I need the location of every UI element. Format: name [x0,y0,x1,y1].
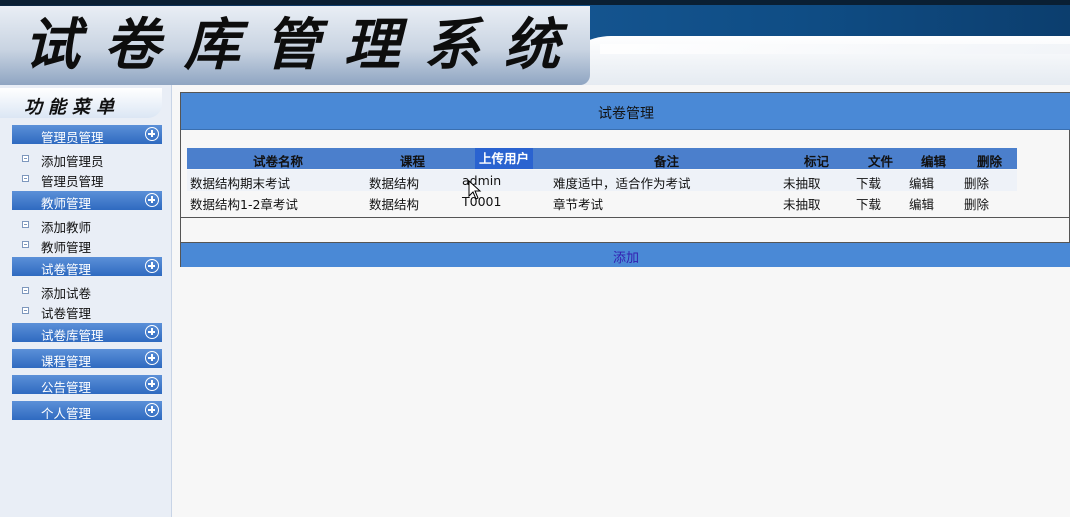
sidebar-group-notice[interactable]: 公告管理 [12,375,162,395]
delete-link[interactable]: 删除 [964,173,989,192]
header-swoosh-highlight [600,44,1070,54]
square-bullet-icon [22,155,29,162]
table-row: 数据结构1-2章考试 数据结构 T0001 章节考试 未抽取 下载 编辑 删除 [187,191,1017,212]
sidebar-group-label: 试卷管理 [41,262,92,277]
column-header-paper-name: 试卷名称 [253,154,304,169]
square-bullet-icon [22,241,29,248]
divider [181,217,1070,218]
plus-circle-icon[interactable] [145,193,159,207]
plus-circle-icon[interactable] [145,377,159,391]
plus-circle-icon[interactable] [145,351,159,365]
sidebar-item-label[interactable]: 管理员管理 [41,171,104,190]
download-link[interactable]: 下载 [856,173,881,192]
sidebar-group-teacher[interactable]: 教师管理 [12,191,162,211]
app-title: 试卷库管理系统 [24,12,584,78]
sidebar-group-paper-bank[interactable]: 试卷库管理 [12,323,162,343]
cell-mark: 未抽取 [783,197,821,212]
sidebar-group-label: 个人管理 [41,406,92,421]
sidebar-group-label: 管理员管理 [41,130,104,145]
table-row: 数据结构期末考试 数据结构 admin 难度适中，适合作为考试 未抽取 下载 编… [187,170,1017,191]
download-link[interactable]: 下载 [856,194,881,213]
add-bar: 添加 [181,242,1070,267]
column-header-remark: 备注 [654,154,680,169]
sidebar-item-label[interactable]: 添加试卷 [41,283,91,302]
column-header-file: 文件 [868,154,894,169]
cell-paper-name: 数据结构期末考试 [190,176,291,191]
sidebar-group-admin[interactable]: 管理员管理 [12,125,162,145]
column-header-uploader: 上传用户 [475,148,534,169]
cell-course: 数据结构 [369,197,420,212]
sidebar-group-paper[interactable]: 试卷管理 [12,257,162,277]
cell-remark: 难度适中，适合作为考试 [553,176,691,191]
menu-title: 功能菜单 [24,97,120,118]
square-bullet-icon [22,307,29,314]
sidebar-group-label: 教师管理 [41,196,92,211]
edit-link[interactable]: 编辑 [909,194,934,213]
plus-circle-icon[interactable] [145,325,159,339]
sidebar-item-label[interactable]: 试卷管理 [41,303,91,322]
page-title: 试卷管理 [598,106,654,122]
column-header-edit: 编辑 [921,154,947,169]
cell-course: 数据结构 [369,176,420,191]
sidebar-item-label[interactable]: 教师管理 [41,237,91,256]
sidebar-group-course[interactable]: 课程管理 [12,349,162,369]
sidebar-group-personal[interactable]: 个人管理 [12,401,162,421]
square-bullet-icon [22,175,29,182]
edit-link[interactable]: 编辑 [909,173,934,192]
sidebar-group-label: 公告管理 [41,380,92,395]
mouse-pointer-icon [468,180,482,200]
sidebar-group-label: 课程管理 [41,354,92,369]
cell-mark: 未抽取 [783,176,821,191]
column-header-mark: 标记 [804,154,830,169]
delete-link[interactable]: 删除 [964,194,989,213]
cell-paper-name: 数据结构1-2章考试 [190,197,298,212]
square-bullet-icon [22,287,29,294]
menu-title-bar: 功能菜单 [0,88,162,118]
add-link[interactable]: 添加 [181,247,1070,266]
square-bullet-icon [22,221,29,228]
table-header: 试卷名称 课程 上传用户 备注 标记 文件 编辑 删除 [187,148,1017,169]
sidebar-item-label[interactable]: 添加教师 [41,217,91,236]
plus-circle-icon[interactable] [145,127,159,141]
header-top-line [0,0,1070,5]
panel-title-bar: 试卷管理 [181,93,1070,130]
sidebar-group-label: 试卷库管理 [41,328,104,343]
column-header-course: 课程 [400,154,426,169]
sidebar: 功能菜单 管理员管理 添加管理员 管理员管理 教师管理 添加教师 教师管理 试卷… [0,85,172,517]
main-panel: 试卷管理 试卷名称 课程 上传用户 备注 标记 文件 编辑 删除 数据结构期末考… [180,92,1070,267]
cell-remark: 章节考试 [553,197,604,212]
sidebar-item-label[interactable]: 添加管理员 [41,151,104,170]
plus-circle-icon[interactable] [145,403,159,417]
plus-circle-icon[interactable] [145,259,159,273]
column-header-delete: 删除 [977,154,1003,169]
app-header: 试卷库管理系统 [0,0,1070,85]
